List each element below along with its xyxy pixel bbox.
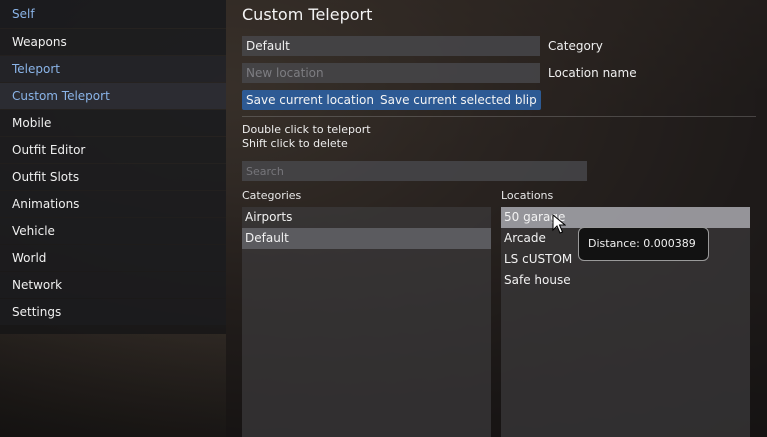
hint-teleport: Double click to teleport <box>242 123 371 136</box>
sidebar-item-custom-teleport[interactable]: Custom Teleport <box>0 83 226 109</box>
sidebar: Self Weapons Teleport Custom Teleport Mo… <box>0 0 226 334</box>
list-item[interactable]: Airports <box>242 207 491 228</box>
categories-list[interactable]: Airports Default <box>242 207 491 437</box>
mouse-cursor-icon <box>552 214 566 234</box>
sidebar-item-outfit-editor[interactable]: Outfit Editor <box>0 137 226 163</box>
sidebar-item-animations[interactable]: Animations <box>0 191 226 217</box>
sidebar-item-teleport[interactable]: Teleport <box>0 56 226 82</box>
location-name-label: Location name <box>548 66 637 80</box>
sidebar-item-self[interactable]: Self <box>0 0 226 28</box>
hint-delete: Shift click to delete <box>242 137 348 150</box>
locations-header: Locations <box>501 189 554 202</box>
main-panel: Custom Teleport Category Location name S… <box>226 0 767 437</box>
sidebar-item-weapons[interactable]: Weapons <box>0 29 226 55</box>
list-item[interactable]: Default <box>242 228 491 249</box>
list-item[interactable]: Safe house <box>501 270 750 291</box>
save-current-location-button[interactable]: Save current location <box>242 90 378 110</box>
location-name-input[interactable] <box>242 63 540 83</box>
divider <box>242 116 756 117</box>
list-item[interactable]: 50 garage <box>501 207 750 228</box>
sidebar-item-settings[interactable]: Settings <box>0 299 226 325</box>
sidebar-item-outfit-slots[interactable]: Outfit Slots <box>0 164 226 190</box>
categories-header: Categories <box>242 189 302 202</box>
page-title: Custom Teleport <box>242 5 373 24</box>
sidebar-item-mobile[interactable]: Mobile <box>0 110 226 136</box>
category-input[interactable] <box>242 36 540 56</box>
sidebar-item-vehicle[interactable]: Vehicle <box>0 218 226 244</box>
sidebar-item-world[interactable]: World <box>0 245 226 271</box>
sidebar-item-network[interactable]: Network <box>0 272 226 298</box>
category-label: Category <box>548 39 603 53</box>
search-input[interactable] <box>242 161 587 181</box>
distance-tooltip: Distance: 0.000389 <box>578 227 709 261</box>
save-selected-blip-button[interactable]: Save current selected blip <box>376 90 541 110</box>
